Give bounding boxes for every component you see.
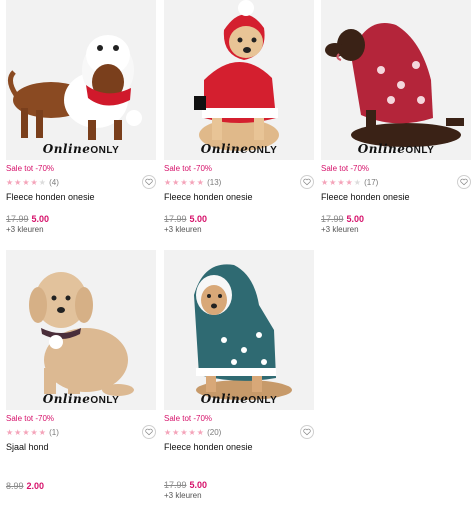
sale-label: Sale tot -70% [6,164,55,173]
dog-photo-illustration [6,0,156,160]
product-image[interactable]: OnlineONLY [164,0,314,160]
sale-label: Sale tot -70% [164,414,213,423]
heart-outline-icon [145,178,153,186]
price: 17.99 5.00 [6,214,49,224]
sale-label: Sale tot -70% [321,164,370,173]
review-count: (20) [207,428,222,437]
online-only-badge: OnlineONLY [357,142,435,156]
price: 17.99 5.00 [321,214,364,224]
dog-photo-illustration [6,250,156,410]
product-image[interactable]: OnlineONLY [321,0,471,160]
sale-label: Sale tot -70% [164,164,213,173]
sale-label: Sale tot -70% [6,414,55,423]
color-count: +3 kleuren [164,491,202,500]
star-icon-rating: ★★★★★ [6,428,47,437]
dog-photo-illustration [164,0,314,160]
online-only-badge: OnlineONLY [42,142,120,156]
product-image[interactable]: OnlineONLY [164,250,314,410]
heart-outline-icon [303,178,311,186]
new-price: 5.00 [189,214,208,224]
product-name[interactable]: Sjaal hond [6,442,49,452]
heart-outline-icon [145,428,153,436]
dog-photo-illustration [164,250,314,410]
wishlist-button[interactable] [300,425,314,439]
price: 17.99 5.00 [164,214,207,224]
online-only-badge: OnlineONLY [200,392,278,406]
new-price: 2.00 [26,481,45,491]
product-name[interactable]: Fleece honden onesie [164,442,253,452]
dog-photo-illustration [321,0,471,160]
star-icon-rating: ★★★★★ [6,178,47,187]
product-image[interactable]: OnlineONLY [6,250,156,410]
price: 8.99 2.00 [6,481,44,491]
review-count: (17) [364,178,379,187]
old-price: 17.99 [6,214,29,224]
rating: ★★★★★ (20) [164,428,221,437]
color-count: +3 kleuren [6,225,44,234]
product-image[interactable]: OnlineONLY [6,0,156,160]
rating: ★★★★★ (1) [6,428,59,437]
color-count: +3 kleuren [321,225,359,234]
wishlist-button[interactable] [142,425,156,439]
old-price: 17.99 [164,214,187,224]
product-name[interactable]: Fleece honden onesie [321,192,410,202]
rating: ★★★★★ (4) [6,178,59,187]
new-price: 5.00 [189,480,208,490]
heart-outline-icon [460,178,468,186]
old-price: 17.99 [164,480,187,490]
old-price: 17.99 [321,214,344,224]
star-icon-rating: ★★★★★ [321,178,362,187]
rating: ★★★★★ (13) [164,178,221,187]
new-price: 5.00 [31,214,50,224]
star-icon-rating: ★★★★★ [164,428,205,437]
product-name[interactable]: Fleece honden onesie [164,192,253,202]
old-price: 8.99 [6,481,24,491]
star-icon-rating: ★★★★★ [164,178,205,187]
wishlist-button[interactable] [457,175,471,189]
wishlist-button[interactable] [142,175,156,189]
review-count: (4) [49,178,59,187]
product-name[interactable]: Fleece honden onesie [6,192,95,202]
color-count: +3 kleuren [164,225,202,234]
heart-outline-icon [303,428,311,436]
online-only-badge: OnlineONLY [42,392,120,406]
review-count: (13) [207,178,222,187]
wishlist-button[interactable] [300,175,314,189]
rating: ★★★★★ (17) [321,178,378,187]
new-price: 5.00 [346,214,365,224]
price: 17.99 5.00 [164,480,207,490]
review-count: (1) [49,428,59,437]
online-only-badge: OnlineONLY [200,142,278,156]
